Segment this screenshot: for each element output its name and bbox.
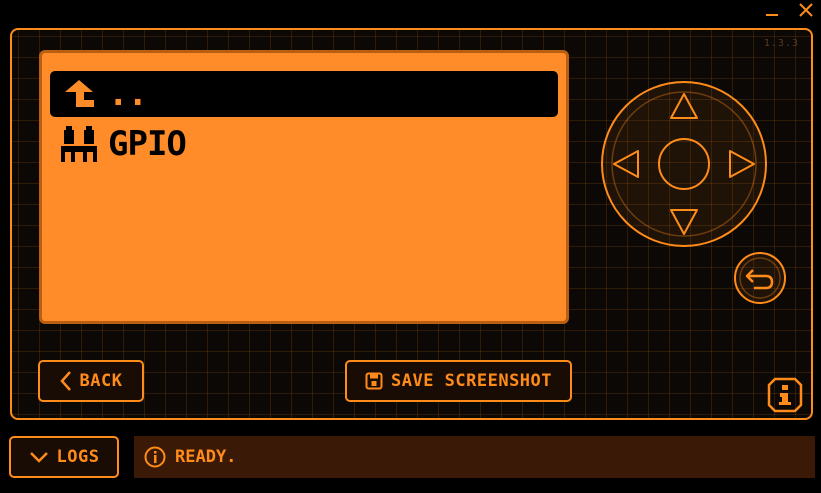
menu-item-gpio[interactable]: GPIO bbox=[50, 121, 558, 167]
chevron-left-icon bbox=[59, 371, 71, 391]
back-button[interactable]: BACK bbox=[38, 360, 144, 402]
chevron-down-icon bbox=[29, 452, 48, 463]
close-button[interactable] bbox=[795, 0, 817, 20]
minimize-button[interactable] bbox=[761, 0, 783, 20]
info-button[interactable] bbox=[767, 377, 803, 413]
close-icon bbox=[799, 3, 813, 17]
device-panel: 1.3.3 .. GPIO BACK SAVE SCREENSHOT bbox=[10, 28, 813, 420]
save-screenshot-button[interactable]: SAVE SCREENSHOT bbox=[345, 360, 572, 402]
back-button-label: BACK bbox=[79, 371, 123, 391]
logs-button[interactable]: LOGS bbox=[9, 436, 119, 478]
status-text: READY. bbox=[175, 447, 237, 467]
menu-item-up[interactable]: .. bbox=[50, 71, 558, 117]
gpio-icon bbox=[58, 125, 100, 163]
up-arrow-icon bbox=[58, 75, 100, 113]
save-screenshot-label: SAVE SCREENSHOT bbox=[390, 371, 553, 391]
minimize-icon bbox=[766, 14, 778, 16]
info-circle-icon bbox=[144, 446, 166, 468]
return-button[interactable] bbox=[734, 252, 786, 304]
dpad bbox=[601, 81, 767, 247]
version-label: 1.3.3 bbox=[763, 38, 799, 49]
info-icon bbox=[767, 377, 803, 413]
logs-button-label: LOGS bbox=[56, 447, 100, 467]
status-bar: READY. bbox=[134, 436, 815, 478]
save-icon bbox=[365, 372, 383, 390]
menu-item-label: .. bbox=[108, 74, 148, 114]
device-screen: .. GPIO bbox=[39, 50, 569, 324]
menu-item-label: GPIO bbox=[108, 124, 187, 164]
